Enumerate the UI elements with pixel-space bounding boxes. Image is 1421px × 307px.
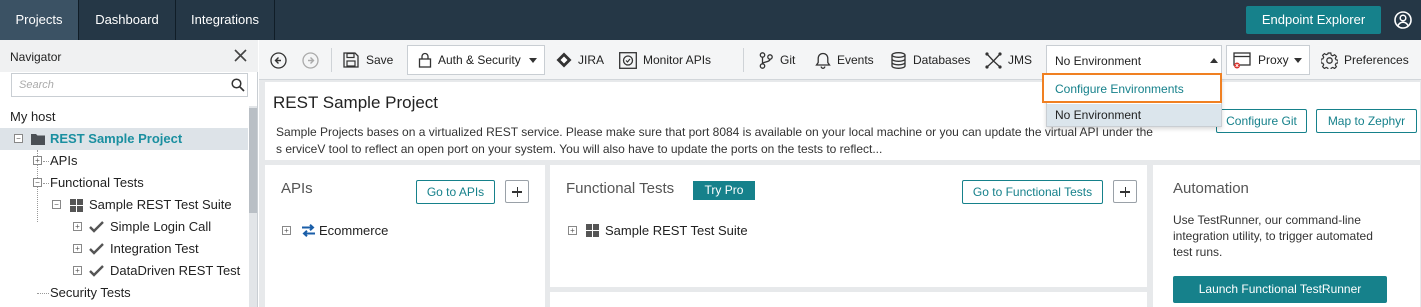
tree-project[interactable]: − REST Sample Project [0,128,248,150]
search-placeholder: Search [19,79,54,91]
no-environment-option[interactable]: No Environment [1047,104,1221,126]
project-overview: REST Sample Project Sample Projects base… [265,82,1420,160]
automation-panel-title: Automation [1173,180,1249,197]
lock-icon [418,52,432,68]
add-functional-test-button[interactable] [1113,180,1137,203]
save-icon [343,52,359,68]
chevron-down-icon [529,58,537,63]
check-icon [89,243,104,255]
git-button[interactable]: Git [759,40,799,80]
navigator-header: Navigator [0,40,258,72]
navigator-search-input[interactable]: Search [11,73,248,97]
navigator-title: Navigator [10,50,62,64]
jira-button[interactable]: JIRA [556,40,606,80]
preferences-button[interactable]: Preferences [1321,40,1416,80]
project-description: Sample Projects bases on a virtualized R… [276,125,1153,156]
databases-button[interactable]: Databases [891,40,971,80]
automation-description: Use TestRunner, our command-line integra… [1173,213,1373,259]
main-content: Save Auth & Security JIRA Monitor APIs G… [259,40,1421,307]
database-icon [891,52,906,69]
launch-testrunner-button[interactable]: Launch Functional TestRunner [1173,276,1387,303]
endpoint-explorer-button[interactable]: Endpoint Explorer [1246,6,1381,34]
functional-tests-panel-title: Functional Tests [566,180,675,197]
test-suite-icon [70,199,83,212]
gear-icon [1321,52,1338,69]
go-to-functional-tests-button[interactable]: Go to Functional Tests [962,180,1103,204]
navigator-scrollbar[interactable] [249,106,257,307]
automation-panel: Automation Use TestRunner, our command-l… [1153,165,1420,307]
map-to-zephyr-button[interactable]: Map to Zephyr [1316,109,1417,133]
monitor-apis-button[interactable]: Monitor APIs [619,40,719,80]
auth-security-dropdown[interactable]: Auth & Security [407,45,545,75]
check-icon [89,221,104,233]
monitor-icon [619,52,637,69]
jms-icon [985,52,1002,69]
apis-panel: APIs Go to APIs + Ecommerce [265,165,545,307]
expand-icon[interactable]: + [73,222,82,231]
chevron-down-icon [1294,58,1302,63]
toolbar: Save Auth & Security JIRA Monitor APIs G… [259,40,1421,80]
add-api-button[interactable] [505,180,529,203]
tab-integrations[interactable]: Integrations [176,0,275,40]
check-icon [89,265,104,277]
tab-dashboard[interactable]: Dashboard [79,0,176,40]
events-button[interactable]: Events [815,40,875,80]
proxy-icon [1233,52,1251,69]
chevron-up-icon [1210,58,1218,63]
save-button[interactable]: Save [343,40,393,80]
top-navigation-bar: Projects Dashboard Integrations Endpoint… [0,0,1421,40]
configure-environments-option[interactable]: Configure Environments [1042,73,1222,103]
git-icon [759,52,773,69]
page-title: REST Sample Project [273,93,439,112]
jms-button[interactable]: JMS [985,40,1035,80]
configure-git-button[interactable]: Configure Git [1216,109,1307,133]
functional-tests-panel: Functional Tests Try Pro Go to Functiona… [550,165,1147,287]
search-icon[interactable] [231,78,245,92]
forward-arrow-icon[interactable] [302,52,319,69]
test-suite-icon [586,224,599,237]
try-pro-badge[interactable]: Try Pro [693,181,755,200]
expand-icon[interactable]: + [568,226,577,235]
expand-icon[interactable]: + [33,156,42,165]
bell-icon [815,52,831,69]
collapse-icon[interactable]: − [52,200,61,209]
apis-panel-title: APIs [281,180,313,197]
jira-icon [556,52,572,68]
expand-icon[interactable]: + [73,266,82,275]
navigator-panel: Navigator Search My host − REST Sample P… [0,40,258,307]
user-account-icon[interactable] [1394,11,1412,29]
go-to-apis-button[interactable]: Go to APIs [416,180,495,204]
expand-icon[interactable]: + [282,226,291,235]
back-arrow-icon[interactable] [270,52,287,69]
expand-icon[interactable]: + [73,244,82,253]
close-icon[interactable] [233,48,248,63]
environment-select[interactable]: No Environment [1046,45,1222,75]
next-panel-edge [550,292,1147,307]
collapse-icon[interactable]: − [14,134,23,143]
api-icon [302,224,315,237]
test-suite-list-item[interactable]: + Sample REST Test Suite [568,222,788,240]
folder-icon [31,134,45,145]
tab-projects[interactable]: Projects [0,0,79,40]
proxy-dropdown[interactable]: Proxy [1226,45,1310,75]
api-list-item[interactable]: + Ecommerce [282,222,432,240]
collapse-icon[interactable]: − [33,178,42,187]
